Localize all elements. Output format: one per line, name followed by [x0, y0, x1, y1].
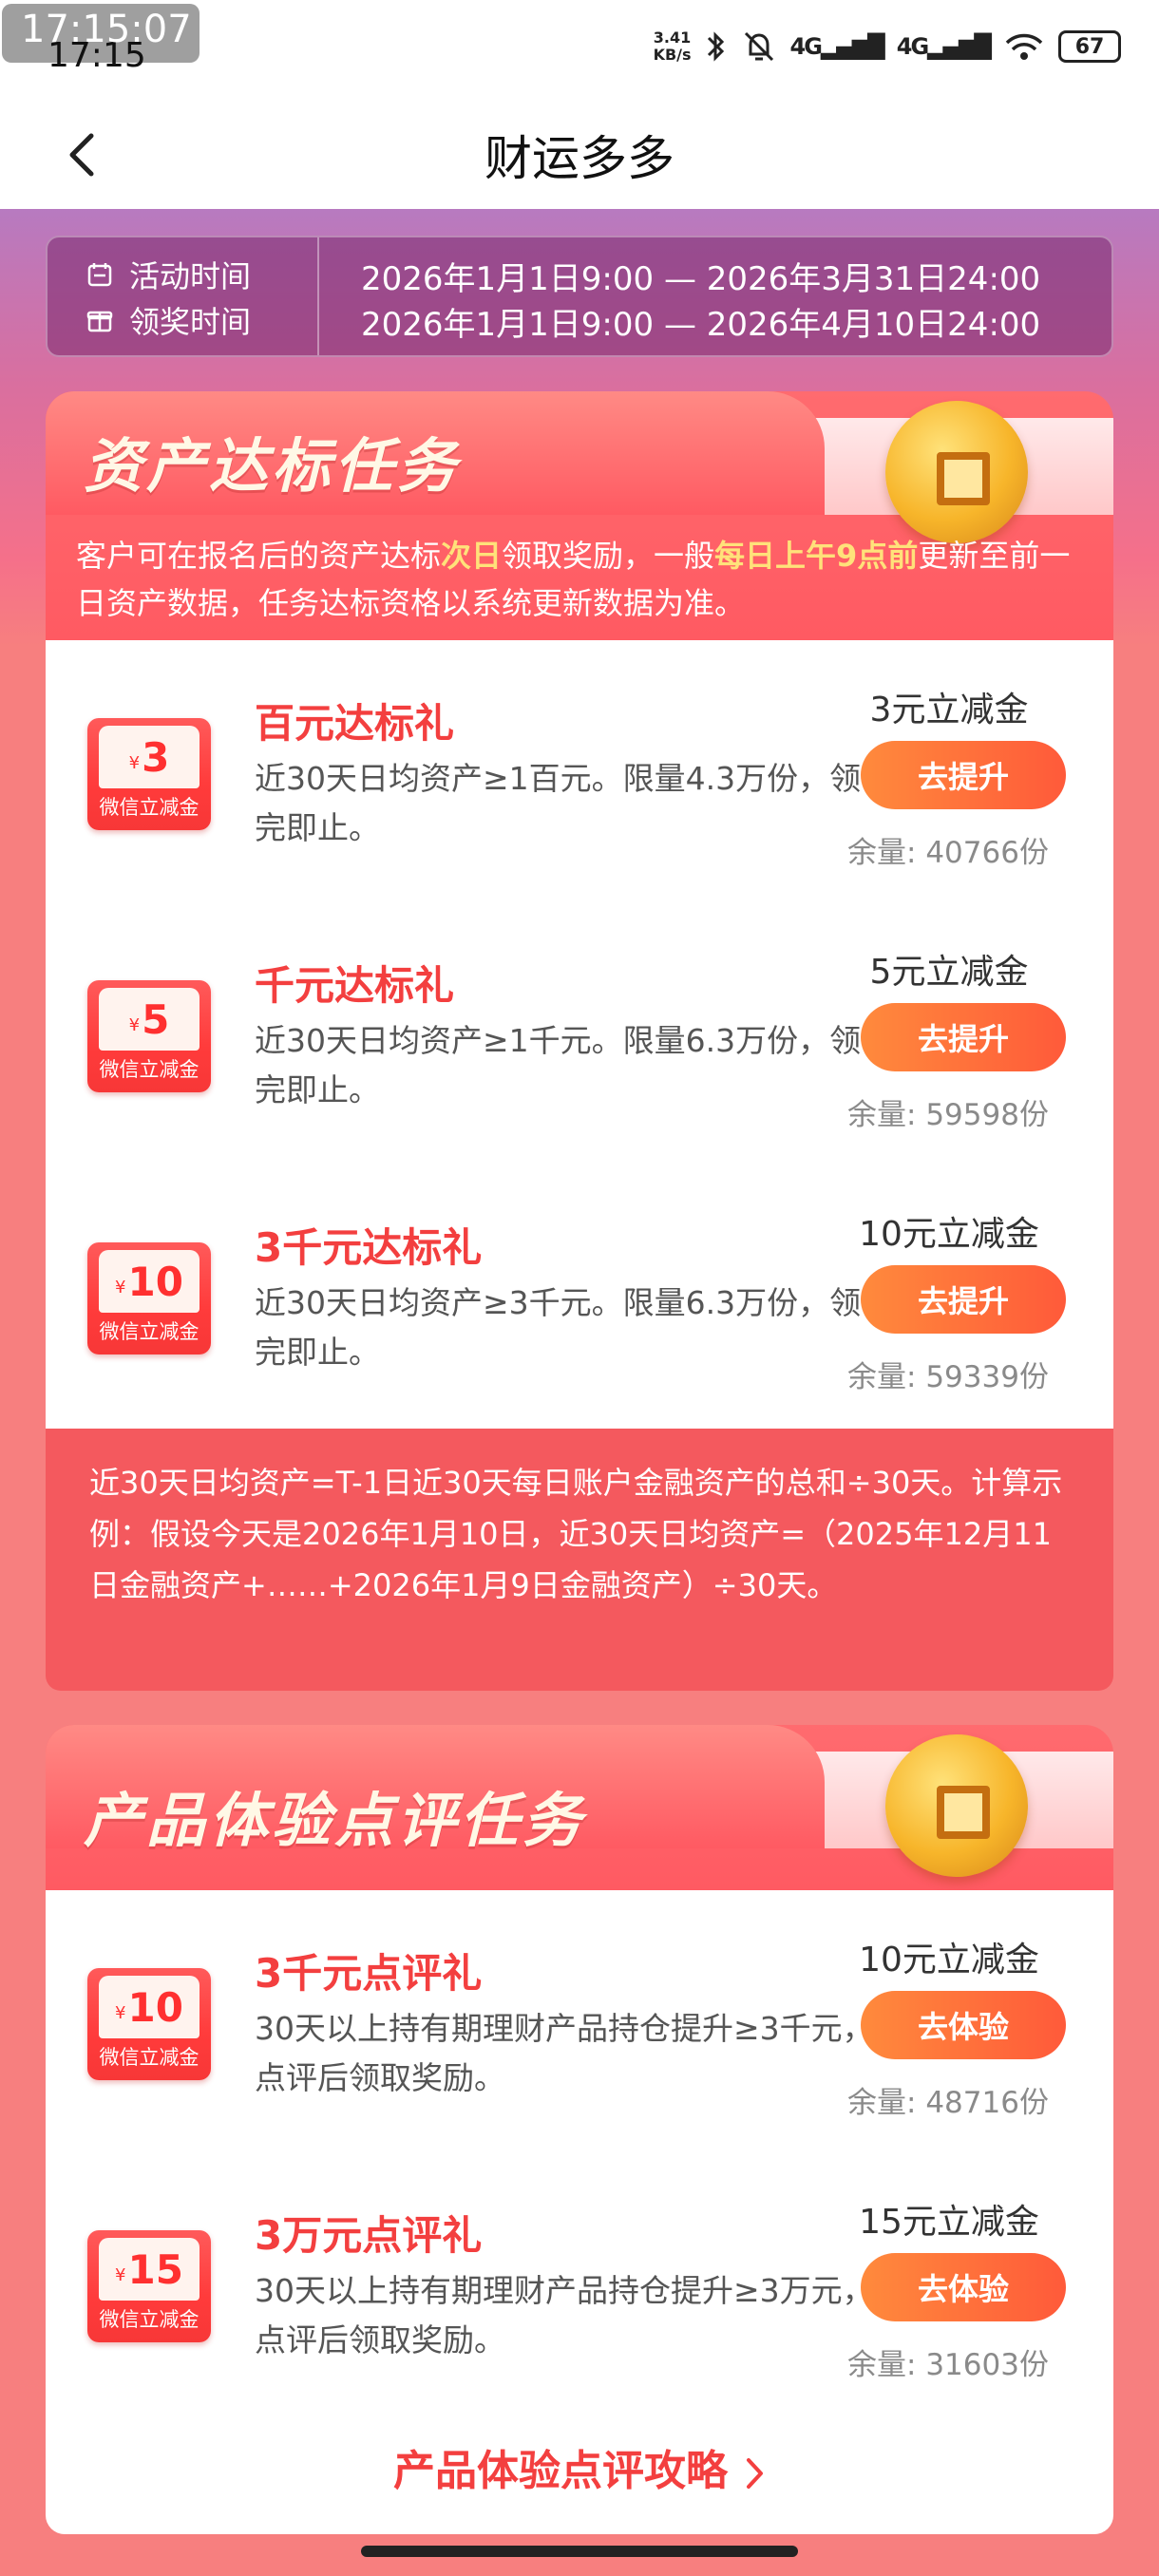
activity-time-label: 活动时间: [129, 258, 252, 294]
review-guide-link[interactable]: 产品体验点评攻略: [393, 2447, 766, 2495]
coupon-label: 微信立减金: [99, 1058, 200, 1081]
overlay-time: 17:15:07: [21, 8, 192, 51]
page-title: 财运多多: [484, 131, 674, 186]
task-title: 百元达标礼: [255, 700, 455, 747]
reward-label: 3元立减金: [869, 691, 1029, 729]
task-desc: 近30天日均资产≥1千元。限量6.3万份，领完即止。: [255, 1022, 862, 1108]
calendar-icon: [87, 263, 112, 287]
task-item: ¥15 微信立减金 3万元点评礼 30天以上持有期理财产品持仓提升≥3万元，点评…: [46, 2152, 1113, 2415]
claim-time-label: 领奖时间: [129, 304, 252, 340]
task-title: 3万元点评礼: [255, 2212, 483, 2259]
remaining-count: 余量: 48716份: [847, 2086, 1049, 2120]
review-section-header: 产品体验点评任务: [46, 1725, 1113, 1890]
remaining-count: 余量: 59339份: [847, 1360, 1049, 1394]
task-title: 3千元达标礼: [255, 1224, 483, 1271]
coupon-badge: ¥3 微信立减金: [87, 718, 211, 830]
improve-button[interactable]: 去提升: [861, 1003, 1066, 1071]
status-bar: 17:15 17:15:07 3.41 KB/s 4G▂▄▆█ 4G▂▄▆█ 6…: [0, 0, 1159, 100]
task-item: ¥3 微信立减金 百元达标礼 近30天日均资产≥1百元。限量4.3万份，领完即止…: [46, 640, 1113, 902]
asset-section-header: 资产达标任务 客户可在报名后的资产达标次日领取奖励，一般每日上午9点前更新至前一…: [46, 391, 1113, 640]
activity-time-value: 2026年1月1日9:00 — 2026年3月31日24:00: [361, 260, 1041, 298]
improve-button[interactable]: 去提升: [861, 1265, 1066, 1334]
task-item: ¥10 微信立减金 3千元点评礼 30天以上持有期理财产品持仓提升≥3千元，点评…: [46, 1890, 1113, 2152]
task-desc: 近30天日均资产≥3千元。限量6.3万份，领完即止。: [255, 1284, 862, 1371]
formula-note: 近30天日均资产=T-1日近30天每日账户金融资产的总和÷30天。计算示例：假设…: [46, 1429, 1113, 1691]
coupon-badge: ¥5 微信立减金: [87, 980, 211, 1092]
experience-button[interactable]: 去体验: [861, 1991, 1066, 2059]
coupon-badge: ¥15 微信立减金: [87, 2230, 211, 2342]
reward-label: 10元立减金: [859, 1215, 1039, 1254]
coupon-badge: ¥10 微信立减金: [87, 1968, 211, 2080]
coupon-amount: 15: [127, 2245, 183, 2293]
coupon-amount: 3: [142, 733, 170, 781]
task-title: 千元达标礼: [255, 962, 455, 1009]
net-speed-unit: KB/s: [653, 46, 692, 64]
bluetooth-icon: [707, 31, 724, 62]
reward-label: 15元立减金: [859, 2203, 1039, 2242]
coupon-label: 微信立减金: [99, 2046, 200, 2069]
coupon-amount: 5: [142, 995, 170, 1043]
chevron-right-icon: [747, 2458, 763, 2489]
asset-section-desc: 客户可在报名后的资产达标次日领取奖励，一般每日上午9点前更新至前一日资产数据，任…: [76, 538, 1071, 621]
activity-time-row: 活动时间: [86, 253, 251, 296]
coupon-amount: 10: [127, 1258, 183, 1305]
status-icons: 3.41 KB/s 4G▂▄▆█ 4G▂▄▆█ 67: [654, 28, 1121, 65]
coin-icon: [885, 401, 1028, 543]
remaining-count: 余量: 40766份: [847, 836, 1049, 870]
task-item: ¥5 微信立减金 千元达标礼 近30天日均资产≥1千元。限量6.3万份，领完即止…: [46, 902, 1113, 1165]
coupon-label: 微信立减金: [99, 796, 200, 819]
asset-task-card: ¥3 微信立减金 百元达标礼 近30天日均资产≥1百元。限量4.3万份，领完即止…: [46, 640, 1113, 1429]
guide-row: 产品体验点评攻略: [46, 2415, 1113, 2534]
review-section-title: 产品体验点评任务: [84, 1786, 586, 1855]
battery-icon: 67: [1058, 30, 1121, 63]
remaining-count: 余量: 59598份: [847, 1098, 1049, 1132]
signal-2: 4G▂▄▆█: [896, 33, 992, 60]
task-desc: 30天以上持有期理财产品持仓提升≥3千元，点评后领取奖励。: [255, 2010, 874, 2096]
claim-time-value: 2026年1月1日9:00 — 2026年4月10日24:00: [361, 306, 1041, 344]
mute-icon: [744, 31, 773, 62]
remaining-count: 余量: 31603份: [847, 2348, 1049, 2382]
review-task-card: ¥10 微信立减金 3千元点评礼 30天以上持有期理财产品持仓提升≥3千元，点评…: [46, 1890, 1113, 2415]
wifi-icon: [1005, 33, 1043, 60]
asset-section-title: 资产达标任务: [84, 431, 461, 501]
improve-button[interactable]: 去提升: [861, 741, 1066, 809]
net-speed-value: 3.41: [653, 28, 692, 47]
coupon-label: 微信立减金: [99, 1320, 200, 1343]
task-desc: 近30天日均资产≥1百元。限量4.3万份，领完即止。: [255, 760, 862, 846]
experience-button[interactable]: 去体验: [861, 2253, 1066, 2321]
coupon-label: 微信立减金: [99, 2308, 200, 2331]
task-item: ¥10 微信立减金 3千元达标礼 近30天日均资产≥3千元。限量6.3万份，领完…: [46, 1165, 1113, 1427]
coupon-amount: 10: [127, 1983, 183, 2031]
nav-bar: 财运多多: [0, 100, 1159, 209]
activity-time-box: 活动时间 2026年1月1日9:00 — 2026年3月31日24:00 领奖时…: [46, 236, 1113, 357]
net-speed: 3.41 KB/s: [654, 29, 692, 64]
task-desc: 30天以上持有期理财产品持仓提升≥3万元，点评后领取奖励。: [255, 2272, 874, 2358]
signal-1: 4G▂▄▆█: [789, 33, 885, 60]
gift-icon: [86, 311, 113, 332]
time-divider: [317, 237, 319, 355]
home-indicator[interactable]: [361, 2546, 798, 2557]
reward-label: 10元立减金: [859, 1941, 1039, 1979]
coin-icon: [885, 1734, 1028, 1877]
task-title: 3千元点评礼: [255, 1950, 483, 1997]
claim-time-row: 领奖时间: [86, 298, 251, 342]
reward-label: 5元立减金: [869, 953, 1029, 992]
coupon-badge: ¥10 微信立减金: [87, 1242, 211, 1354]
